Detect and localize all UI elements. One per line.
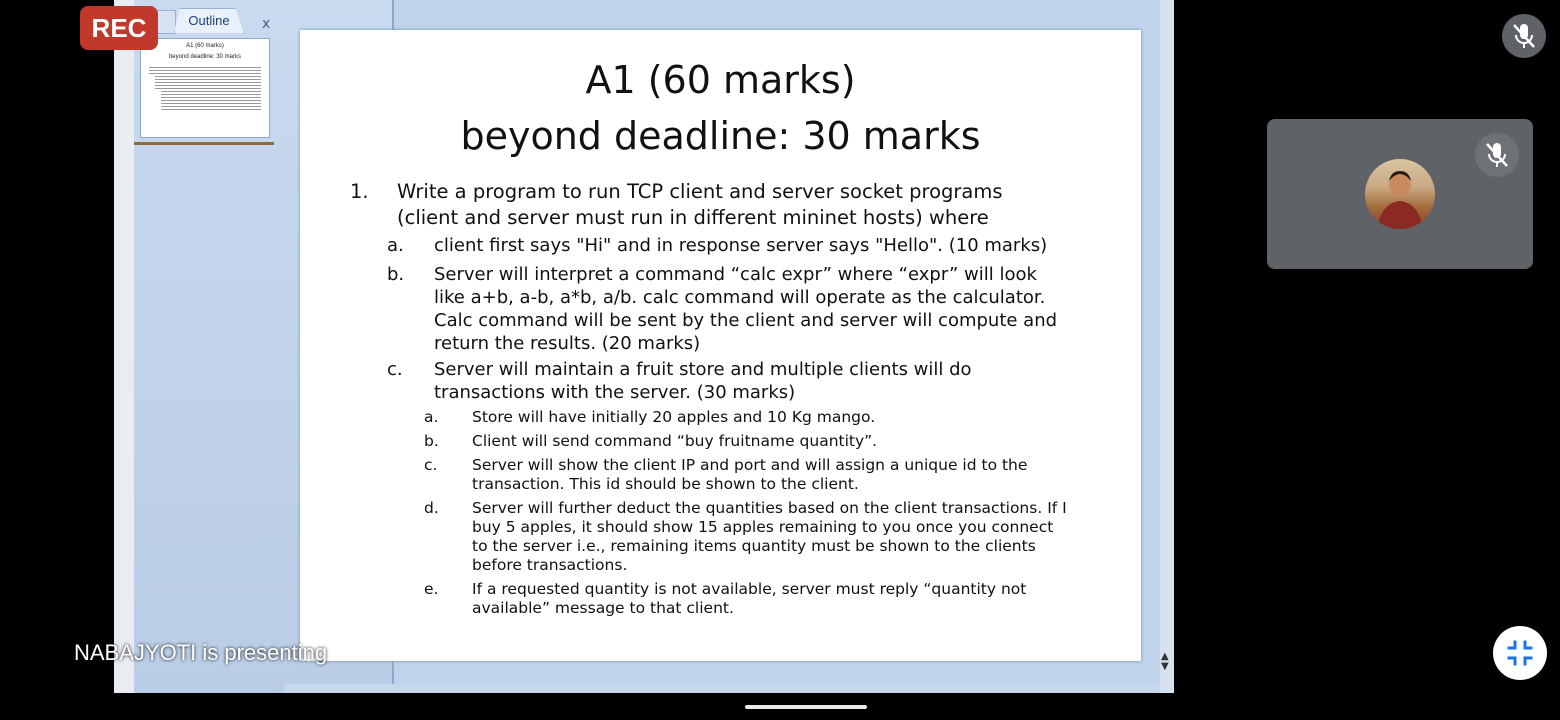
text-line: If a requested quantity is not available… [472, 580, 1027, 598]
list-letter: e. [424, 580, 439, 598]
text-line: transactions with the server. (30 marks) [434, 382, 796, 403]
slide-canvas[interactable]: A1 (60 marks) beyond deadline: 30 marks … [300, 30, 1141, 661]
list-letter: d. [424, 499, 439, 517]
text-line: Calc command will be sent by the client … [434, 310, 1058, 331]
window-edge [114, 0, 134, 693]
mic-off-icon [1486, 143, 1508, 167]
exit-fullscreen-button[interactable] [1493, 626, 1547, 680]
participant-tile[interactable] [1267, 119, 1533, 269]
text-line: Client will send command “buy fruitname … [472, 432, 878, 450]
exit-fullscreen-icon [1507, 640, 1533, 666]
list-letter: b. [424, 432, 439, 450]
list-item-c: c. Server will maintain a fruit store an… [387, 358, 972, 404]
scroll-arrow-icon[interactable]: ▲ ▼ [1161, 652, 1169, 672]
recording-badge: REC [80, 6, 158, 50]
text-line: transaction. This id should be shown to … [472, 475, 859, 493]
list-letter: c. [387, 359, 403, 380]
vertical-scrollbar[interactable] [1160, 0, 1174, 693]
shared-screen: Outline x A1 (60 marks) beyond deadline:… [114, 0, 1174, 693]
text-line: to the server i.e., remaining items quan… [472, 537, 1036, 555]
text-line: Store will have initially 20 apples and … [472, 408, 876, 426]
slide-title: A1 (60 marks) [585, 58, 856, 102]
presenting-label: NABAJYOTI is presenting [74, 640, 328, 665]
tab-outline[interactable]: Outline [174, 8, 244, 33]
text-line: (client and server must run in different… [397, 206, 989, 229]
slide-thumbnail[interactable]: A1 (60 marks) beyond deadline: 30 marks [140, 38, 270, 138]
list-letter: c. [424, 456, 438, 474]
sublist-item-b: b. Client will send command “buy fruitna… [424, 432, 878, 451]
avatar [1365, 159, 1435, 229]
panel-divider [134, 142, 274, 145]
text-line: Server will maintain a fruit store and m… [434, 359, 972, 380]
slide-subtitle: beyond deadline: 30 marks [460, 114, 981, 158]
thumbnail-subtitle: beyond deadline: 30 marks [168, 54, 242, 60]
text-line: available” message to that client. [472, 599, 734, 617]
list-letter: a. [387, 235, 404, 256]
text-line: before transactions. [472, 556, 628, 574]
text-line: Server will further deduct the quantitie… [472, 499, 1067, 517]
text-line: buy 5 apples, it should show 15 apples r… [472, 518, 1054, 536]
text-line: Write a program to run TCP client and se… [397, 180, 1003, 203]
text-line: Server will show the client IP and port … [472, 456, 1028, 474]
home-indicator[interactable] [745, 705, 867, 709]
horizontal-scrollbar[interactable] [284, 684, 1160, 693]
list-item-a: a. client first says "Hi" and in respons… [387, 234, 1048, 257]
list-letter: a. [424, 408, 439, 426]
thumbnail-title: A1 (60 marks) [186, 43, 224, 49]
text-line: like a+b, a-b, a*b, a/b. calc command wi… [434, 287, 1046, 308]
sublist-item-c: c. Server will show the client IP and po… [424, 456, 1028, 494]
close-icon[interactable]: x [262, 16, 270, 32]
sublist-item-e: e. If a requested quantity is not availa… [424, 580, 1027, 618]
mic-off-icon [1513, 24, 1535, 48]
text-line: return the results. (20 marks) [434, 333, 701, 354]
sublist-item-d: d. Server will further deduct the quanti… [424, 499, 1067, 575]
list-letter: b. [387, 264, 405, 285]
mic-off-button[interactable] [1502, 14, 1546, 58]
sublist-item-a: a. Store will have initially 20 apples a… [424, 408, 876, 427]
list-item-1: 1. Write a program to run TCP client and… [350, 179, 1003, 231]
list-item-b: b. Server will interpret a command “calc… [387, 263, 1058, 355]
text-line: client first says "Hi" and in response s… [434, 235, 1048, 256]
text-line: Server will interpret a command “calc ex… [434, 264, 1037, 285]
participant-mic-status [1475, 133, 1519, 177]
list-number: 1. [350, 180, 369, 203]
